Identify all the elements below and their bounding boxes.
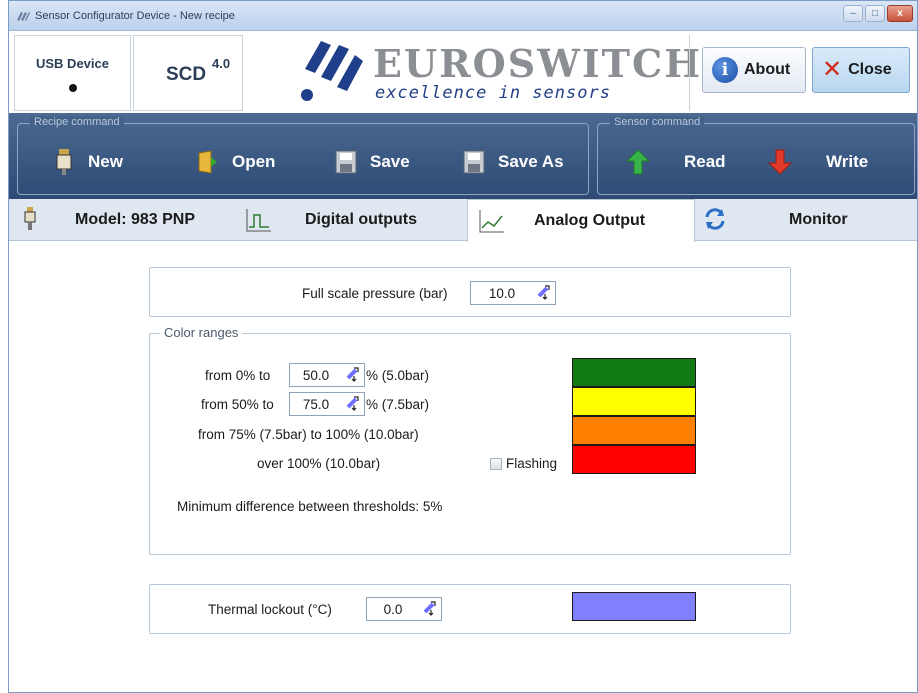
usb-device-label: USB Device [36, 56, 109, 71]
pulse-icon [245, 207, 273, 238]
product-name: SCD [166, 64, 207, 85]
new-recipe-icon [52, 148, 76, 176]
save-disk-icon [334, 148, 358, 176]
range1-prefix: from 0% to [205, 368, 271, 383]
flashing-label: Flashing [506, 456, 558, 471]
flashing-checkbox[interactable] [490, 458, 502, 470]
save-as-label: Save As [498, 152, 564, 171]
range3-label: from 75% (7.5bar) to 100% (10.0bar) [198, 427, 419, 442]
analog-output-panel: Full scale pressure (bar) 10.0 Color ran… [9, 242, 917, 692]
swatch-range3[interactable] [572, 416, 696, 445]
usb-device-indicator: USB Device [14, 35, 131, 111]
euroswitch-logo: EUROSWITCH excellence in sensors [281, 37, 700, 107]
range1-spinbox[interactable]: 50.0 [289, 363, 365, 387]
tab-model-label: Model: 983 PNP [75, 211, 196, 228]
thermal-lockout-panel: Thermal lockout (°C) 0.0 [149, 584, 791, 634]
range1-suffix: % (5.0bar) [366, 368, 430, 383]
tab-monitor-label: Monitor [789, 211, 848, 228]
sensor-command-label: Sensor command [610, 116, 705, 128]
command-bar: Recipe command New Open Save Save As Sen… [9, 113, 917, 199]
app-logo-icon [17, 12, 30, 21]
thermal-lockout-spinbox[interactable]: 0.0 [366, 597, 442, 621]
spin-arrows-icon[interactable] [342, 394, 364, 414]
arrow-up-icon [626, 148, 650, 176]
tab-model[interactable]: Model: 983 PNP [9, 199, 235, 241]
header: USB Device SCD 4.0 EUROSWITCH excellence… [9, 31, 917, 113]
window-title: Sensor Configurator Device - New recipe [35, 10, 235, 22]
color-ranges-legend: Color ranges [160, 325, 243, 340]
tab-analog-output[interactable]: Analog Output [467, 199, 695, 242]
tab-digital-outputs-label: Digital outputs [305, 211, 417, 228]
close-icon: ✕ [822, 56, 843, 83]
window-close-button[interactable]: x [887, 5, 913, 22]
color-ranges-panel: Color ranges from 0% to 50.0 % (5.0bar) … [149, 325, 791, 555]
spin-arrows-icon[interactable] [533, 283, 555, 303]
product-version: 4.0 [212, 56, 231, 71]
tab-bar: Model: 983 PNP Digital outputs Analog Ou… [9, 199, 918, 242]
swatch-thermal[interactable] [572, 592, 696, 621]
open-button[interactable]: Open [196, 144, 275, 180]
thermal-lockout-label: Thermal lockout (°C) [208, 602, 332, 617]
read-label: Read [684, 152, 726, 171]
range2-spinbox[interactable]: 75.0 [289, 392, 365, 416]
window-controls: – □ x [843, 5, 913, 22]
about-label: About [744, 61, 791, 78]
app-window: Sensor Configurator Device - New recipe … [8, 0, 918, 693]
full-scale-spinbox[interactable]: 10.0 [470, 281, 556, 305]
brand-tagline: excellence in sensors [375, 83, 611, 103]
range2-prefix: from 50% to [201, 397, 274, 412]
read-button[interactable]: Read [626, 144, 726, 180]
tab-digital-outputs[interactable]: Digital outputs [235, 199, 467, 241]
open-folder-icon [196, 148, 220, 176]
spin-arrows-icon[interactable] [419, 599, 441, 619]
swatch-range1[interactable] [572, 358, 696, 387]
arrow-down-icon [768, 148, 792, 176]
save-label: Save [370, 152, 410, 171]
range4-label: over 100% (10.0bar) [257, 456, 381, 471]
maximize-button[interactable]: □ [865, 5, 885, 22]
save-as-button[interactable]: Save As [462, 144, 564, 180]
analog-icon [478, 208, 506, 239]
brand-name: EUROSWITCH [373, 41, 703, 86]
full-scale-panel: Full scale pressure (bar) 10.0 [149, 267, 791, 317]
new-button[interactable]: New [52, 144, 123, 180]
usb-status-dot [69, 84, 77, 92]
thermal-lockout-value: 0.0 [383, 601, 403, 617]
spin-arrows-icon[interactable] [342, 365, 364, 385]
product-badge: SCD 4.0 [133, 35, 243, 111]
recipe-command-group: Recipe command New Open Save Save As [17, 116, 589, 195]
full-scale-label: Full scale pressure (bar) [302, 286, 448, 301]
threshold-note: Minimum difference between thresholds: 5… [177, 499, 443, 514]
recipe-command-label: Recipe command [30, 116, 124, 128]
close-button[interactable]: ✕ Close [812, 47, 910, 93]
minimize-button[interactable]: – [843, 5, 863, 22]
tab-analog-output-label: Analog Output [534, 212, 646, 229]
refresh-icon [703, 207, 727, 236]
write-button[interactable]: Write [768, 144, 868, 180]
about-button[interactable]: i About [702, 47, 806, 93]
close-label: Close [848, 61, 892, 78]
range2-suffix: % (7.5bar) [366, 397, 430, 412]
tab-monitor[interactable]: Monitor [695, 199, 918, 241]
save-button[interactable]: Save [334, 144, 410, 180]
logo-mark-icon [301, 41, 363, 101]
swatch-range2[interactable] [572, 387, 696, 416]
new-label: New [88, 152, 123, 171]
swatch-range4[interactable] [572, 445, 696, 474]
range2-value: 75.0 [302, 396, 330, 412]
save-as-disk-icon [462, 148, 486, 176]
range1-value: 50.0 [302, 367, 330, 383]
full-scale-value: 10.0 [488, 285, 516, 301]
sensor-icon [23, 207, 37, 236]
write-label: Write [826, 152, 869, 171]
info-icon: i [712, 57, 738, 83]
title-bar: Sensor Configurator Device - New recipe … [9, 1, 917, 31]
sensor-command-group: Sensor command Read Write [597, 116, 915, 195]
header-actions: i About ✕ Close [689, 35, 917, 111]
open-label: Open [232, 152, 276, 171]
